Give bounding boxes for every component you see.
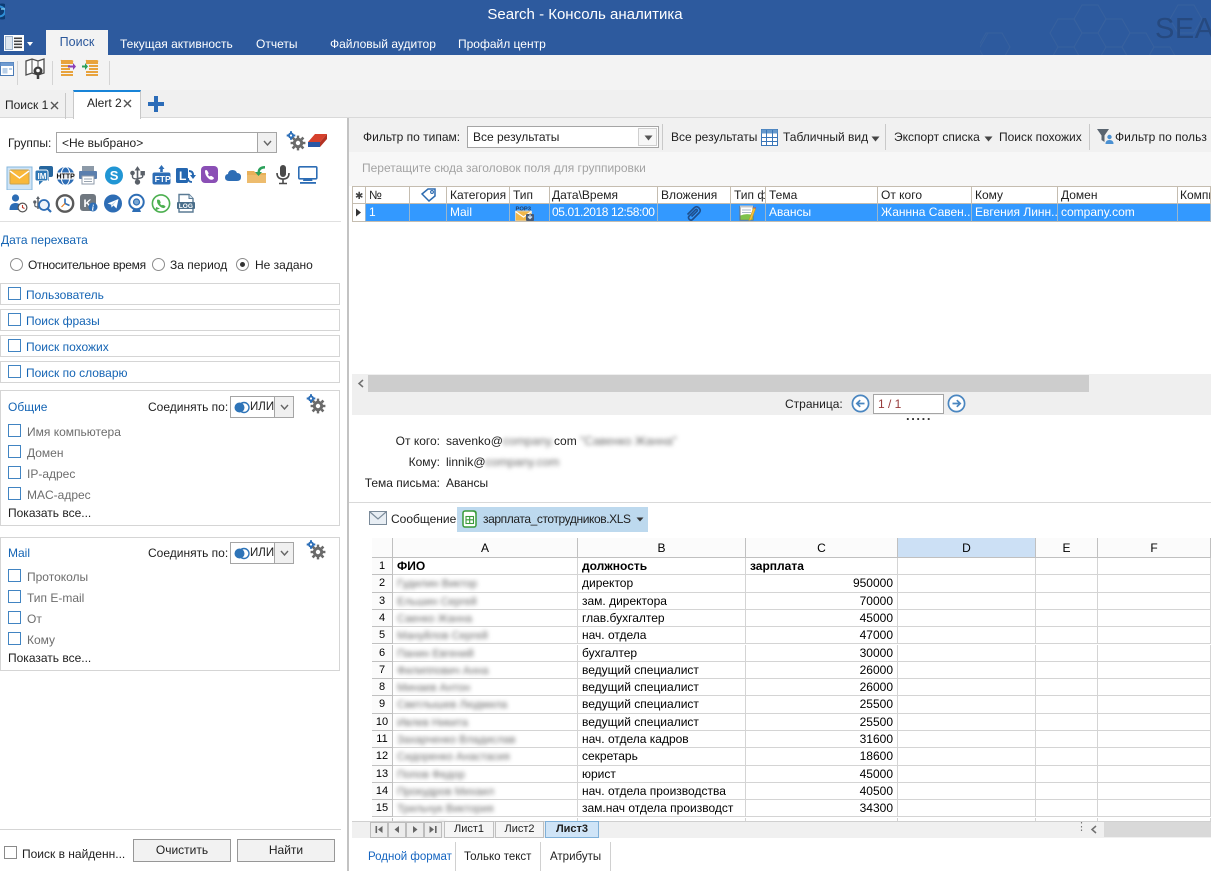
svg-text:L: L bbox=[179, 169, 186, 183]
svg-text:IM: IM bbox=[38, 172, 47, 181]
svg-text:LOG: LOG bbox=[179, 203, 193, 210]
svg-text:FTP: FTP bbox=[155, 174, 171, 184]
svg-text:HTTP: HTTP bbox=[57, 173, 76, 180]
svg-text:S: S bbox=[110, 168, 119, 183]
